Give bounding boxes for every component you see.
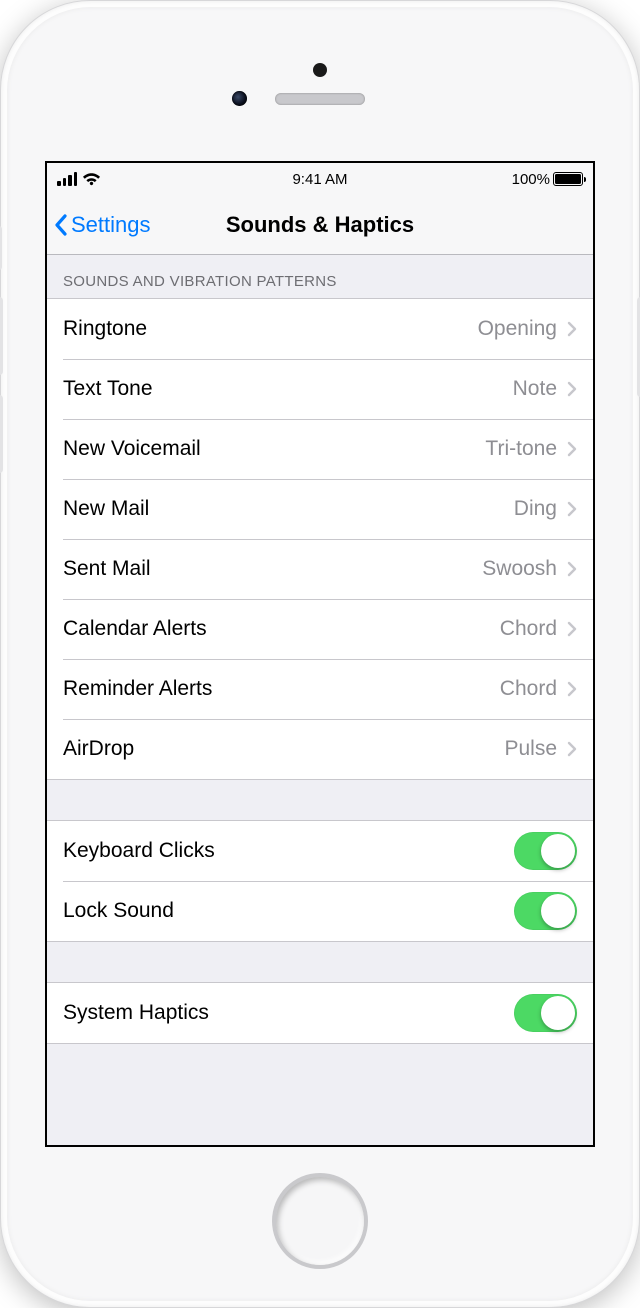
row-keyboard-clicks: Keyboard Clicks [47, 821, 593, 881]
row-label: Lock Sound [63, 899, 514, 923]
row-reminder-alerts[interactable]: Reminder AlertsChord [47, 659, 593, 719]
chevron-right-icon [567, 741, 577, 757]
row-label: Sent Mail [63, 557, 482, 581]
volume-up-button [0, 297, 3, 375]
row-value: Chord [500, 617, 557, 641]
chevron-right-icon [567, 621, 577, 637]
chevron-left-icon [53, 213, 69, 237]
row-label: Keyboard Clicks [63, 839, 514, 863]
sounds-group: RingtoneOpeningText ToneNoteNew Voicemai… [47, 298, 593, 780]
row-value: Note [513, 377, 557, 401]
chevron-right-icon [567, 681, 577, 697]
row-label: Ringtone [63, 317, 478, 341]
row-value: Pulse [504, 737, 557, 761]
back-button[interactable]: Settings [47, 212, 151, 238]
row-value: Chord [500, 677, 557, 701]
row-airdrop[interactable]: AirDropPulse [47, 719, 593, 779]
chevron-right-icon [567, 321, 577, 337]
section-gap [47, 780, 593, 820]
chevron-right-icon [567, 441, 577, 457]
navigation-bar: Settings Sounds & Haptics [47, 195, 593, 255]
chevron-right-icon [567, 561, 577, 577]
row-system-haptics: System Haptics [47, 983, 593, 1043]
row-value: Swoosh [482, 557, 557, 581]
row-label: Reminder Alerts [63, 677, 500, 701]
row-ringtone[interactable]: RingtoneOpening [47, 299, 593, 359]
row-label: AirDrop [63, 737, 504, 761]
battery-indicator: 100% [512, 171, 583, 188]
mute-switch [0, 226, 2, 270]
row-new-mail[interactable]: New MailDing [47, 479, 593, 539]
earpiece [275, 93, 365, 105]
row-lock-sound: Lock Sound [47, 881, 593, 941]
row-label: Text Tone [63, 377, 513, 401]
row-sent-mail[interactable]: Sent MailSwoosh [47, 539, 593, 599]
status-bar: 9:41 AM 100% [47, 163, 593, 195]
row-value: Opening [478, 317, 557, 341]
chevron-right-icon [567, 381, 577, 397]
volume-down-button [0, 395, 3, 473]
row-value: Ding [514, 497, 557, 521]
back-label: Settings [71, 212, 151, 238]
row-value: Tri-tone [485, 437, 557, 461]
toggles-group-b: System Haptics [47, 982, 593, 1044]
row-label: Calendar Alerts [63, 617, 500, 641]
row-calendar-alerts[interactable]: Calendar AlertsChord [47, 599, 593, 659]
toggle-keyboard-clicks[interactable] [514, 832, 577, 870]
home-button[interactable] [276, 1177, 364, 1265]
row-label: System Haptics [63, 1001, 514, 1025]
toggles-group-a: Keyboard Clicks Lock Sound [47, 820, 593, 942]
row-label: New Voicemail [63, 437, 485, 461]
section-gap [47, 942, 593, 982]
battery-percent: 100% [512, 171, 550, 188]
battery-icon [553, 172, 583, 186]
toggle-system-haptics[interactable] [514, 994, 577, 1032]
row-new-voicemail[interactable]: New VoicemailTri-tone [47, 419, 593, 479]
cellular-signal-icon [57, 172, 77, 186]
chevron-right-icon [567, 501, 577, 517]
front-camera [232, 91, 247, 106]
toggle-lock-sound[interactable] [514, 892, 577, 930]
section-header-sounds: SOUNDS AND VIBRATION PATTERNS [47, 255, 593, 298]
row-label: New Mail [63, 497, 514, 521]
screen: 9:41 AM 100% Settings Sounds & Haptics S… [45, 161, 595, 1147]
row-text-tone[interactable]: Text ToneNote [47, 359, 593, 419]
sensor-dot [313, 63, 327, 77]
iphone-device-frame: 9:41 AM 100% Settings Sounds & Haptics S… [0, 0, 640, 1308]
wifi-icon [82, 172, 101, 186]
